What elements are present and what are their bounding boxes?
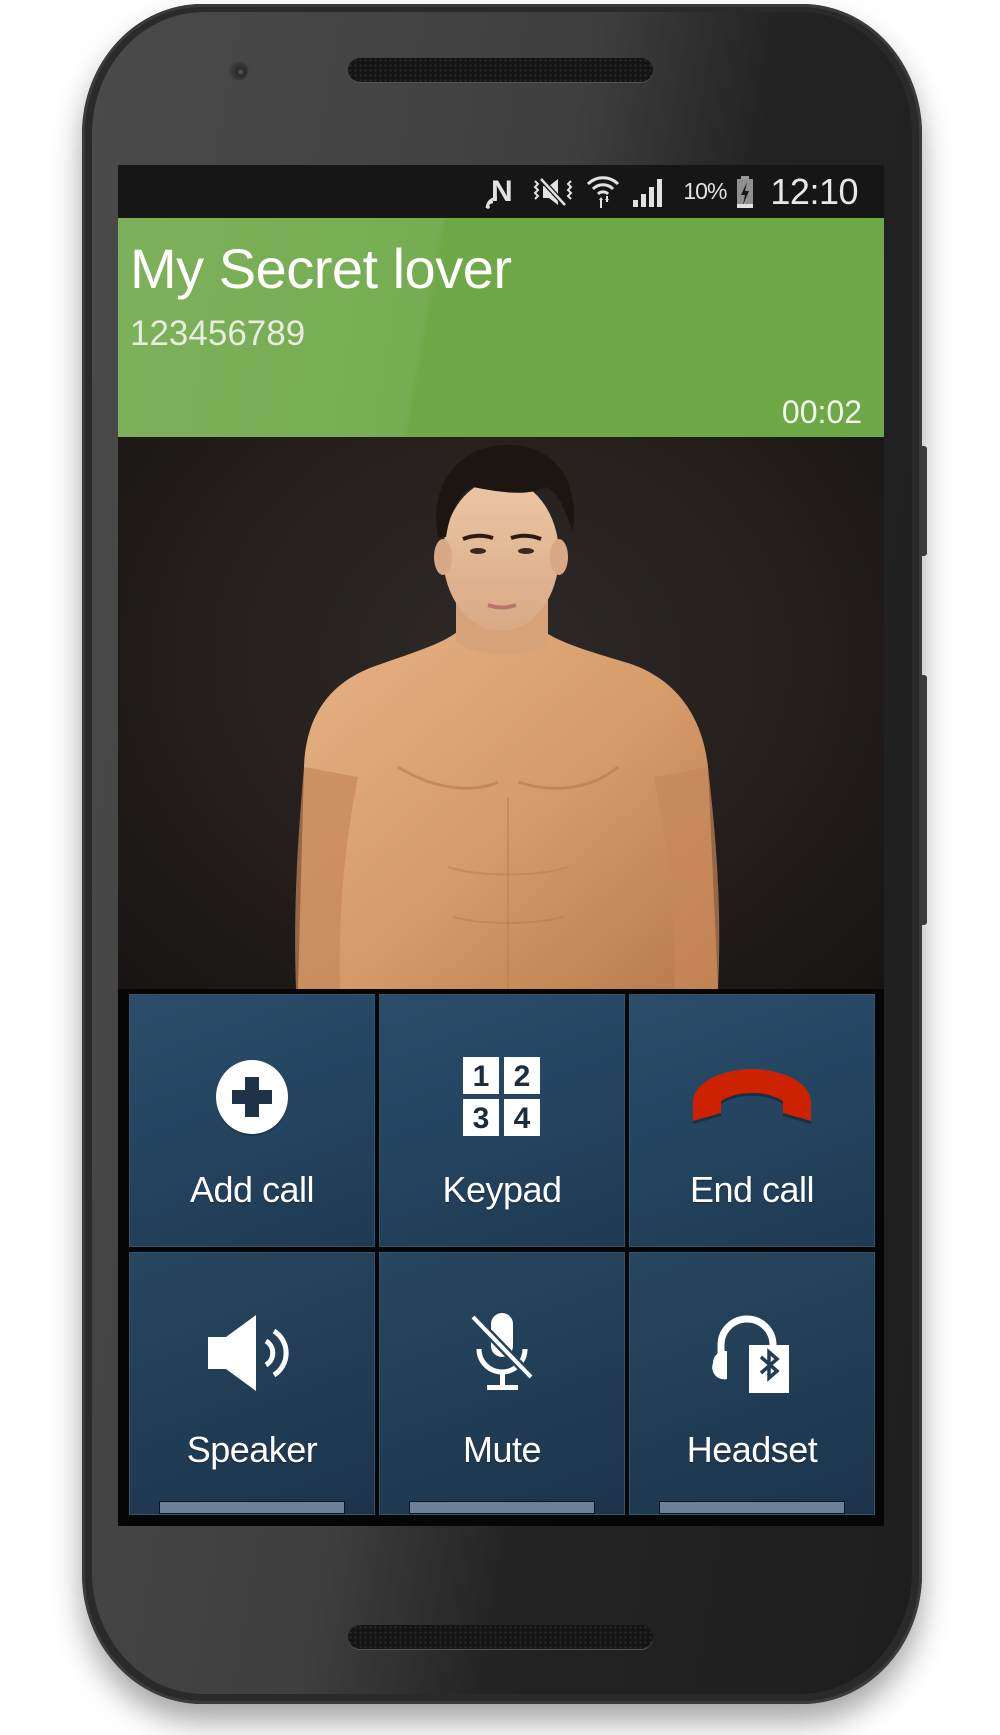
nfc-icon: N	[485, 174, 521, 210]
caller-photo	[118, 437, 884, 989]
signal-icon	[631, 176, 669, 208]
headset-button[interactable]: Headset	[629, 1252, 875, 1515]
keypad-icon: 1 2 3 4	[462, 1047, 542, 1147]
keypad-digit: 2	[514, 1060, 531, 1093]
end-call-label: End call	[689, 1169, 815, 1210]
headset-label: Headset	[686, 1429, 818, 1470]
call-info-header: My Secret lover 123456789 00:02	[118, 218, 884, 437]
bluetooth-headset-icon	[711, 1303, 793, 1403]
end-call-icon	[689, 1047, 815, 1147]
call-duration: 00:02	[781, 394, 862, 430]
battery-percent: 10%	[683, 178, 727, 204]
battery-charging-icon	[736, 175, 754, 209]
mute-icon	[467, 1303, 537, 1403]
in-call-controls: Add call 1 2 3 4 Keypad End call Speaker…	[118, 989, 884, 1526]
headset-state-indicator	[659, 1501, 845, 1514]
keypad-digit: 4	[514, 1102, 531, 1135]
caller-number: 123456789	[130, 314, 306, 353]
power-button[interactable]	[921, 446, 927, 556]
status-bar: N 10% 12:10	[118, 165, 884, 218]
add-call-button[interactable]: Add call	[129, 994, 375, 1247]
caller-photo-illustration	[295, 444, 720, 989]
mute-label: Mute	[462, 1429, 542, 1470]
speaker-label: Speaker	[186, 1429, 318, 1470]
vibrate-mute-icon	[531, 175, 575, 209]
phone-screen: N 10% 12:10 My Secret lover 123456789 00…	[118, 165, 884, 1526]
speaker-icon	[206, 1303, 298, 1403]
svg-text:N: N	[491, 175, 513, 208]
clock: 12:10	[770, 170, 858, 212]
mute-state-indicator	[409, 1501, 595, 1514]
keypad-digit: 1	[473, 1060, 490, 1093]
speaker-state-indicator	[159, 1501, 345, 1514]
caller-name: My Secret lover	[130, 237, 512, 300]
mute-button[interactable]: Mute	[379, 1252, 625, 1515]
add-call-label: Add call	[189, 1169, 315, 1210]
speaker-button[interactable]: Speaker	[129, 1252, 375, 1515]
keypad-label: Keypad	[442, 1169, 562, 1210]
end-call-button[interactable]: End call	[629, 994, 875, 1247]
volume-button[interactable]	[921, 675, 927, 925]
earpiece-speaker-grille	[348, 58, 653, 82]
front-camera	[230, 62, 248, 80]
add-call-icon	[214, 1047, 290, 1147]
bottom-speaker-grille	[348, 1625, 653, 1649]
keypad-button[interactable]: 1 2 3 4 Keypad	[379, 994, 625, 1247]
keypad-digit: 3	[473, 1102, 490, 1135]
wifi-icon	[585, 174, 621, 210]
